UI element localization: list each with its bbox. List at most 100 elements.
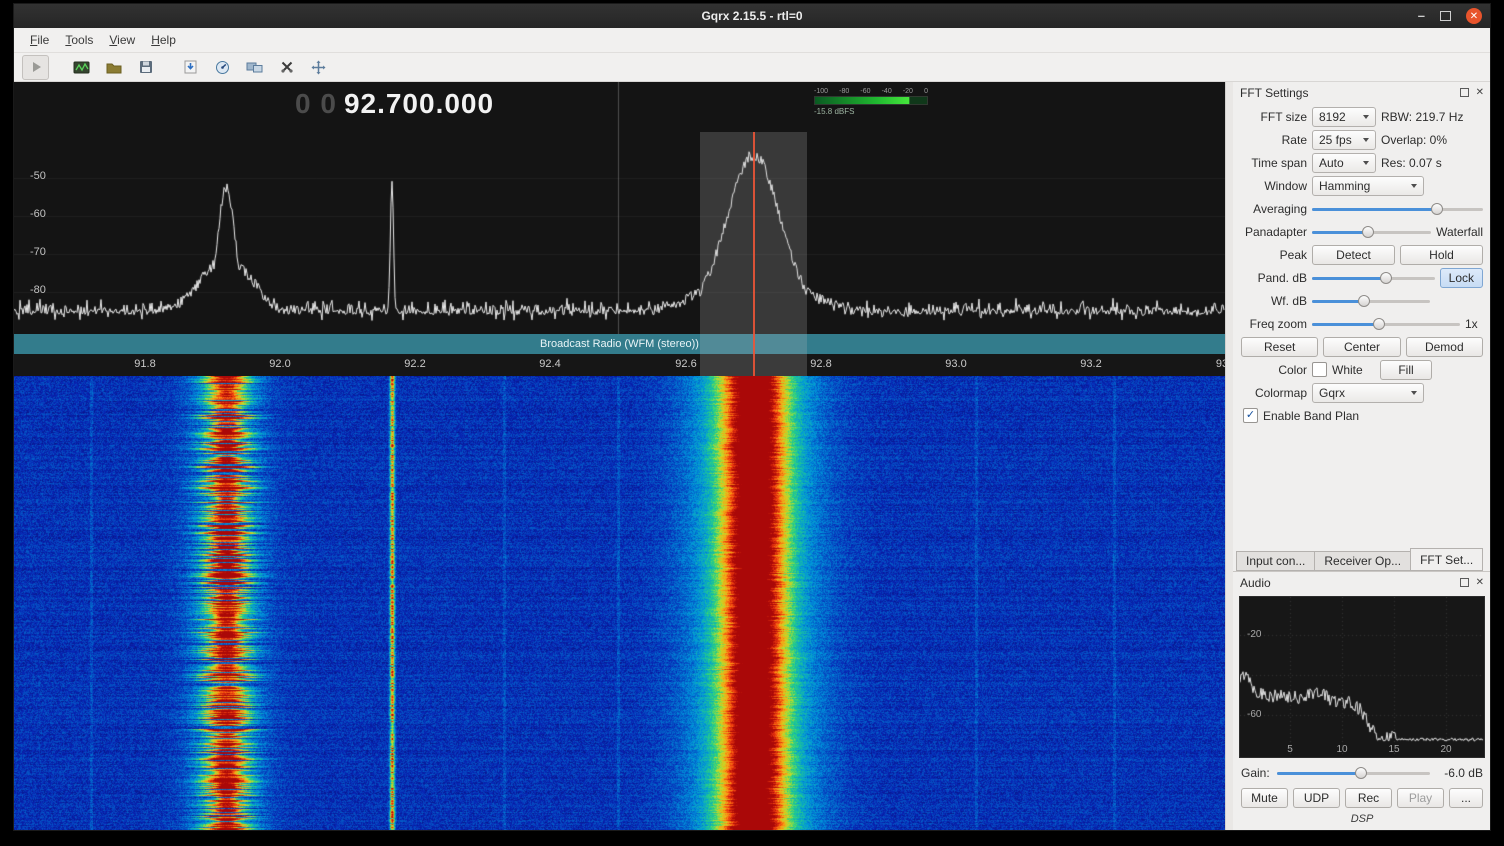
- timespan-label: Time span: [1241, 156, 1307, 170]
- settings-panel: FFT Settings ✕ FFT size 8192 RBW: 219.7 …: [1233, 82, 1490, 830]
- spectrum-plot[interactable]: 0 092.700.000 -100 -80 -60 -40 -20 0 -15…: [14, 82, 1225, 334]
- waterfall-display[interactable]: [14, 376, 1225, 830]
- white-checkbox[interactable]: [1312, 362, 1327, 377]
- white-checkbox-label: White: [1332, 363, 1375, 377]
- udp-button[interactable]: UDP: [1293, 788, 1340, 808]
- slider-handle[interactable]: [1373, 318, 1385, 330]
- menu-tools[interactable]: Tools: [57, 30, 101, 50]
- averaging-slider[interactable]: [1312, 201, 1483, 217]
- audio-db-label: -20: [1247, 629, 1261, 640]
- dock-float-icon[interactable]: [1460, 578, 1469, 587]
- audio-freq-tick: 20: [1440, 744, 1451, 755]
- db-label: -60: [30, 208, 46, 220]
- frequency-value: 92.700.000: [344, 88, 494, 119]
- audio-freq-tick: 15: [1388, 744, 1399, 755]
- menu-view[interactable]: View: [101, 30, 143, 50]
- demod-button[interactable]: Demod: [1406, 337, 1483, 357]
- minimize-button[interactable]: –: [1418, 11, 1425, 21]
- tab-fft-settings[interactable]: FFT Set...: [1410, 548, 1483, 571]
- waterfall-db-slider[interactable]: [1312, 293, 1430, 309]
- floppy-icon: [139, 60, 153, 74]
- meter-bar: [814, 96, 928, 105]
- peak-detect-button[interactable]: Detect: [1312, 245, 1395, 265]
- meter-value: -15.8 dBFS: [814, 107, 928, 116]
- averaging-label: Averaging: [1241, 202, 1307, 216]
- band-plan-label: Broadcast Radio (WFM (stereo)): [540, 338, 699, 350]
- fft-settings-body: FFT size 8192 RBW: 219.7 Hz Rate 25 fps …: [1233, 102, 1490, 427]
- mute-button[interactable]: Mute: [1241, 788, 1288, 808]
- db-label: -80: [30, 284, 46, 296]
- peak-hold-button[interactable]: Hold: [1400, 245, 1483, 265]
- audio-gain-slider[interactable]: [1277, 765, 1430, 781]
- close-button[interactable]: ✕: [1466, 8, 1482, 24]
- dual-display-icon: [246, 61, 263, 74]
- tab-input-controls[interactable]: Input con...: [1236, 551, 1314, 571]
- dsp-stats-button[interactable]: [210, 56, 235, 79]
- freq-tick: 92.8: [810, 358, 831, 370]
- title-bar[interactable]: Gqrx 2.15.5 - rtl=0 – ✕: [14, 4, 1490, 28]
- menu-help[interactable]: Help: [143, 30, 184, 50]
- rate-combo[interactable]: 25 fps: [1312, 130, 1376, 150]
- panadapter-label: Panadapter: [1241, 225, 1307, 239]
- band-plan-bar[interactable]: Broadcast Radio (WFM (stereo)): [14, 334, 1225, 354]
- chevron-down-icon: [1363, 138, 1369, 142]
- audio-buttons: Mute UDP Rec Play ...: [1233, 781, 1490, 808]
- fullscreen-button[interactable]: [242, 56, 267, 79]
- gain-label: Gain:: [1241, 766, 1270, 780]
- more-options-button[interactable]: ...: [1449, 788, 1483, 808]
- slider-handle[interactable]: [1355, 767, 1367, 779]
- rec-button[interactable]: Rec: [1345, 788, 1392, 808]
- fft-size-combo[interactable]: 8192: [1312, 107, 1376, 127]
- frequency-display[interactable]: 0 092.700.000: [295, 88, 494, 120]
- window-combo[interactable]: Hamming: [1312, 176, 1424, 196]
- slider-handle[interactable]: [1358, 295, 1370, 307]
- audio-fft-plot[interactable]: -20 -60 5 10 15 20: [1239, 596, 1485, 758]
- audio-fft-canvas[interactable]: [1240, 597, 1484, 755]
- frequency-scale[interactable]: 91.8 92.0 92.2 92.4 92.6 92.8 93.0 93.2 …: [14, 354, 1225, 376]
- timespan-combo[interactable]: Auto: [1312, 153, 1376, 173]
- freq-zoom-slider[interactable]: [1312, 316, 1460, 332]
- panel-splitter[interactable]: [1225, 82, 1233, 830]
- chevron-down-icon: [1363, 161, 1369, 165]
- audio-freq-tick: 10: [1336, 744, 1347, 755]
- dock-close-icon[interactable]: ✕: [1476, 87, 1484, 98]
- rbw-value: RBW: 219.7 Hz: [1381, 110, 1463, 124]
- io-devices-button[interactable]: [274, 56, 299, 79]
- tuned-frequency-marker[interactable]: [753, 132, 755, 376]
- save-file-button[interactable]: [133, 56, 158, 79]
- play-button[interactable]: Play: [1397, 788, 1444, 808]
- slider-handle[interactable]: [1380, 272, 1392, 284]
- fft-settings-dock-title[interactable]: FFT Settings ✕: [1233, 82, 1490, 102]
- open-file-button[interactable]: [101, 56, 126, 79]
- menu-file[interactable]: File: [22, 30, 57, 50]
- start-dsp-button[interactable]: [22, 55, 49, 80]
- dock-float-icon[interactable]: [1460, 88, 1469, 97]
- slider-handle[interactable]: [1362, 226, 1374, 238]
- slider-handle[interactable]: [1431, 203, 1443, 215]
- audio-dock-title[interactable]: Audio ✕: [1233, 572, 1490, 592]
- colormap-combo[interactable]: Gqrx: [1312, 383, 1424, 403]
- lock-button[interactable]: Lock: [1440, 268, 1483, 288]
- pan-mode-button[interactable]: [306, 56, 331, 79]
- chevron-down-icon: [1363, 115, 1369, 119]
- band-plan-checkbox[interactable]: ✓: [1243, 408, 1258, 423]
- db-label: -70: [30, 246, 46, 258]
- panadapter-split-slider[interactable]: [1312, 224, 1431, 240]
- center-button[interactable]: Center: [1323, 337, 1400, 357]
- reset-button[interactable]: Reset: [1241, 337, 1318, 357]
- dock-title-label: Audio: [1240, 576, 1271, 590]
- meter-scale: -100 -80 -60 -40 -20 0: [814, 88, 928, 95]
- chevron-down-icon: [1411, 391, 1417, 395]
- freq-tick: 92.2: [404, 358, 425, 370]
- tab-receiver-options[interactable]: Receiver Op...: [1314, 551, 1410, 571]
- spectrum-canvas[interactable]: [14, 82, 1225, 334]
- band-plan-checkbox-label: Enable Band Plan: [1263, 409, 1359, 423]
- fill-button[interactable]: Fill: [1380, 360, 1432, 380]
- dock-close-icon[interactable]: ✕: [1476, 577, 1484, 588]
- bookmarks-button[interactable]: [178, 56, 203, 79]
- freq-tick: 92.4: [539, 358, 560, 370]
- restore-button[interactable]: [1440, 11, 1451, 21]
- waterfall-canvas[interactable]: [14, 376, 1225, 830]
- pandapter-db-slider[interactable]: [1312, 270, 1435, 286]
- iq-tool-button[interactable]: [69, 56, 94, 79]
